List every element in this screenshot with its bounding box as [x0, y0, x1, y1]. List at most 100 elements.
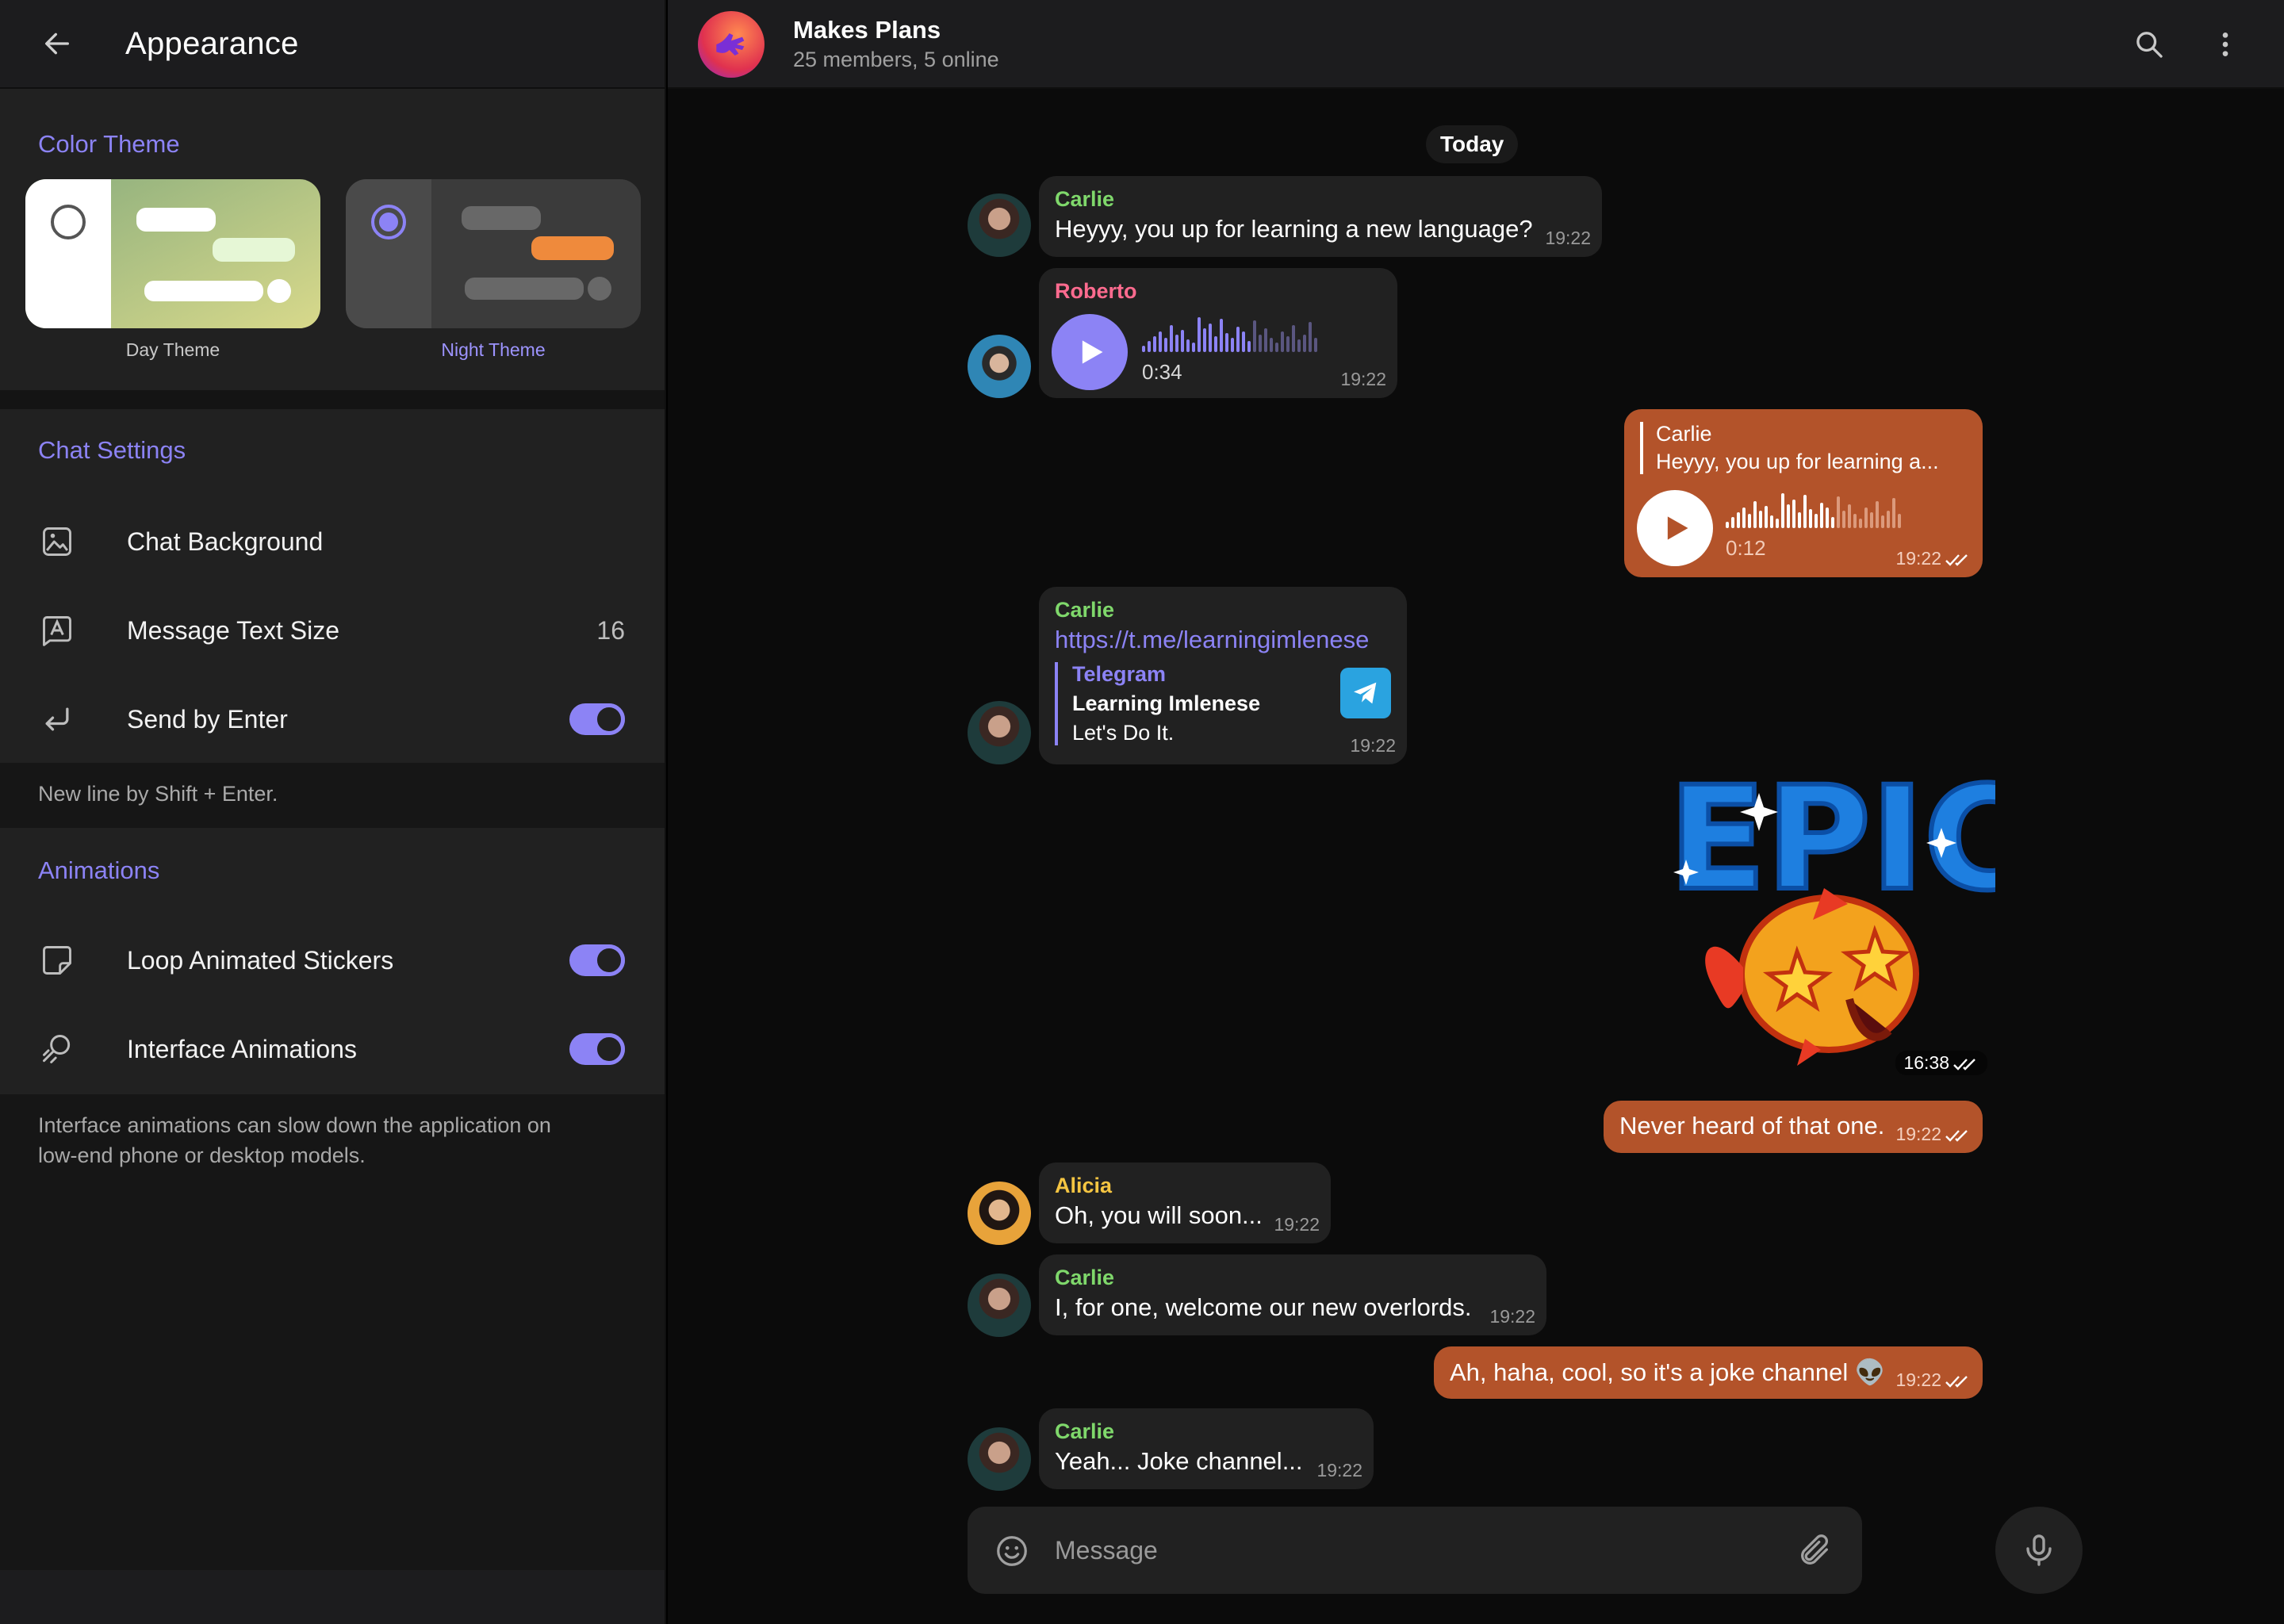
reply-sender: Carlie: [1656, 422, 1712, 446]
waveform-bar: [1864, 508, 1868, 528]
preview-description: Let's Do It.: [1072, 721, 1175, 745]
message-time: 19:22: [1316, 1460, 1362, 1480]
message-sender: Carlie: [1055, 1266, 1115, 1289]
send-by-enter-toggle[interactable]: [569, 703, 625, 735]
waveform-bar: [1765, 506, 1768, 528]
message-time: 19:22: [1545, 228, 1591, 248]
waveform-bar: [1281, 331, 1284, 352]
voice-record-button[interactable]: [1995, 1507, 2083, 1594]
search-icon: [2136, 32, 2163, 58]
waveform-bar: [1225, 333, 1228, 352]
loop-stickers-toggle[interactable]: [569, 944, 625, 976]
waveform-bar: [1242, 331, 1245, 352]
link-message-bubble[interactable]: Carlie https://t.me/learningimlenese Tel…: [1039, 587, 1407, 764]
waveform-bar: [1887, 511, 1890, 528]
group-avatar[interactable]: [698, 11, 765, 78]
voice-waveform[interactable]: [1726, 490, 1901, 528]
waveform-bar: [1292, 325, 1295, 352]
chat-subtitle: 25 members, 5 online: [793, 48, 999, 71]
avatar-carlie[interactable]: [968, 701, 1031, 764]
avatar-alicia[interactable]: [968, 1182, 1031, 1245]
waveform-bar: [1270, 338, 1273, 352]
message-text-size-label: Message Text Size: [127, 615, 339, 645]
night-theme-card[interactable]: [346, 179, 641, 328]
chat-panel: Makes Plans 25 members, 5 online Today C…: [668, 0, 2284, 1624]
message-link[interactable]: https://t.me/learningimlenese: [1055, 626, 1391, 654]
message-sender: Carlie: [1055, 1419, 1115, 1443]
waveform-bar: [1876, 501, 1879, 528]
avatar-roberto[interactable]: [968, 335, 1031, 398]
waveform-bar: [1220, 319, 1223, 352]
message-sender: Carlie: [1055, 598, 1115, 622]
search-button[interactable]: [2127, 22, 2171, 67]
message-bubble[interactable]: Carlie Yeah... Joke channel... 19:22: [1039, 1408, 1374, 1489]
animations-hint-line2: low-end phone or desktop models.: [38, 1143, 366, 1167]
back-button[interactable]: [33, 20, 81, 67]
sticker-image: EPIC: [1666, 754, 2031, 1066]
night-theme-radio[interactable]: [371, 205, 406, 239]
voice-message-bubble[interactable]: Roberto 0:34 19:22: [1039, 268, 1397, 398]
chat-header[interactable]: Makes Plans 25 members, 5 online: [668, 0, 2284, 89]
play-icon: [1082, 340, 1103, 364]
hand-icon: [716, 33, 745, 56]
avatar-carlie[interactable]: [968, 193, 1031, 257]
more-button[interactable]: [2203, 22, 2248, 67]
attach-button[interactable]: [1792, 1529, 1837, 1573]
waveform-bar: [1275, 343, 1278, 352]
reply-quote[interactable]: Carlie Heyyy, you up for learning a...: [1640, 422, 1967, 474]
interface-animations-label: Interface Animations: [127, 1034, 357, 1063]
play-button[interactable]: [1637, 490, 1713, 566]
animations-hint-area: Interface animations can slow down the a…: [0, 1094, 665, 1570]
avatar-carlie[interactable]: [968, 1427, 1031, 1491]
waveform-bar: [1748, 514, 1751, 528]
voice-duration: 0:34: [1142, 360, 1182, 384]
image-icon: [38, 523, 76, 561]
waveform-bar: [1776, 519, 1779, 528]
color-theme-section: Color Theme Day Theme Night Theme: [0, 89, 665, 390]
outgoing-message[interactable]: Never heard of that one. 19:22: [1604, 1101, 1983, 1153]
loop-stickers-row[interactable]: Loop Animated Stickers: [0, 917, 666, 1004]
animations-hint-line1: Interface animations can slow down the a…: [38, 1113, 551, 1137]
interface-animations-toggle[interactable]: [569, 1033, 625, 1065]
telegram-icon: [1340, 668, 1391, 718]
double-check-icon: [1945, 554, 1968, 566]
emoji-button[interactable]: [990, 1529, 1034, 1573]
chat-background-row[interactable]: Chat Background: [0, 498, 666, 585]
avatar-carlie[interactable]: [968, 1274, 1031, 1337]
message-bubble[interactable]: Carlie I, for one, welcome our new overl…: [1039, 1254, 1546, 1335]
color-theme-title: Color Theme: [38, 130, 180, 158]
play-button[interactable]: [1052, 314, 1128, 390]
waveform-bar: [1726, 522, 1729, 528]
message-time-wrap: 19:22: [1895, 1369, 1972, 1391]
message-bubble[interactable]: Alicia Oh, you will soon... 19:22: [1039, 1162, 1331, 1243]
waveform-bar: [1859, 519, 1862, 528]
day-theme-radio[interactable]: [51, 205, 86, 239]
waveform-bar: [1164, 338, 1167, 352]
message-time-wrap: 19:22: [1895, 548, 1972, 569]
epic-sticker[interactable]: EPIC 16:38: [1662, 754, 2031, 1078]
waveform-bar: [1286, 336, 1290, 352]
interface-animations-row[interactable]: Interface Animations: [0, 1005, 666, 1093]
waveform-bar: [1192, 343, 1195, 352]
message-time: 19:22: [1895, 1369, 1941, 1390]
day-theme-preview: [25, 179, 320, 328]
message-text-size-row[interactable]: Message Text Size 16: [0, 587, 666, 674]
double-check-icon: [1945, 1130, 1968, 1142]
voice-waveform[interactable]: [1142, 314, 1317, 352]
telegram-app: Appearance Color Theme Day Theme Night T…: [0, 0, 2284, 1624]
message-bubble[interactable]: Carlie Heyyy, you up for learning a new …: [1039, 176, 1602, 257]
waveform-bar: [1815, 514, 1818, 528]
waveform-bar: [1853, 514, 1857, 528]
waveform-bar: [1214, 336, 1217, 352]
outgoing-message[interactable]: Ah, haha, cool, so it's a joke channel 👽…: [1434, 1346, 1983, 1399]
waveform-bar: [1753, 501, 1757, 528]
smile-icon: [997, 1536, 1027, 1566]
waveform-bar: [1231, 338, 1234, 352]
message-input[interactable]: [1055, 1526, 1753, 1574]
send-by-enter-row[interactable]: Send by Enter: [0, 676, 666, 763]
message-sender: Carlie: [1055, 187, 1115, 211]
day-theme-card[interactable]: [25, 179, 320, 328]
waveform-bar: [1175, 335, 1178, 352]
waveform-bar: [1831, 517, 1834, 528]
outgoing-voice-message[interactable]: Carlie Heyyy, you up for learning a... 0…: [1624, 409, 1983, 577]
